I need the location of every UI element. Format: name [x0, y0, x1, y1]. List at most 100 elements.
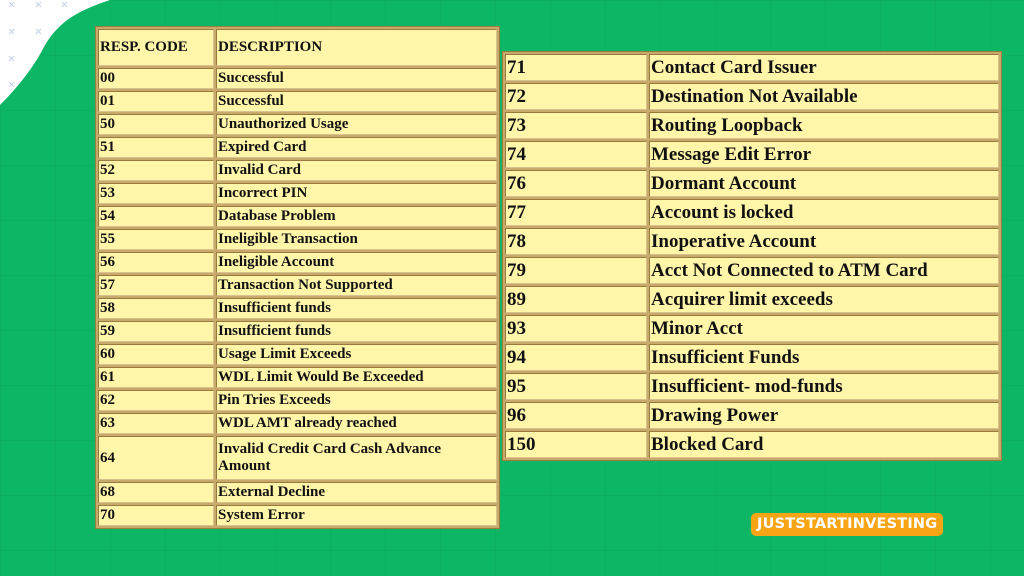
description-cell: Successful: [216, 68, 497, 89]
table-row: 150 Blocked Card: [505, 431, 999, 458]
table-row: 57 Transaction Not Supported: [98, 275, 497, 296]
table-row: 71 Contact Card Issuer: [505, 54, 999, 81]
description-cell: Minor Acct: [649, 315, 999, 342]
response-code-cell: 01: [98, 91, 214, 112]
description-cell: Acct Not Connected to ATM Card: [649, 257, 999, 284]
response-code-cell: 72: [505, 83, 647, 110]
table-row: 00 Successful: [98, 68, 497, 89]
response-code-cell: 74: [505, 141, 647, 168]
description-cell: Dormant Account: [649, 170, 999, 197]
response-code-cell: 89: [505, 286, 647, 313]
response-code-cell: 60: [98, 344, 214, 365]
response-code-cell: 62: [98, 390, 214, 411]
table-row: 89 Acquirer limit exceeds: [505, 286, 999, 313]
response-code-cell: 71: [505, 54, 647, 81]
description-cell: Insufficient funds: [216, 298, 497, 319]
response-code-cell: 78: [505, 228, 647, 255]
table-row: 55 Ineligible Transaction: [98, 229, 497, 250]
description-cell: Successful: [216, 91, 497, 112]
description-cell: System Error: [216, 505, 497, 526]
description-cell: Insufficient- mod-funds: [649, 373, 999, 400]
description-cell: Inoperative Account: [649, 228, 999, 255]
response-code-cell: 63: [98, 413, 214, 434]
description-cell: Routing Loopback: [649, 112, 999, 139]
response-code-cell: 73: [505, 112, 647, 139]
response-code-cell: 54: [98, 206, 214, 227]
response-code-cell: 58: [98, 298, 214, 319]
table-row: 64 Invalid Credit Card Cash Advance Amoun…: [98, 436, 497, 480]
header-description: DESCRIPTION: [216, 29, 497, 66]
table-row: 54 Database Problem: [98, 206, 497, 227]
description-cell: Drawing Power: [649, 402, 999, 429]
table-row: 96 Drawing Power: [505, 402, 999, 429]
table-row: 76 Dormant Account: [505, 170, 999, 197]
response-code-cell: 50: [98, 114, 214, 135]
description-cell: Transaction Not Supported: [216, 275, 497, 296]
table-row: 72 Destination Not Available: [505, 83, 999, 110]
response-code-cell: 93: [505, 315, 647, 342]
table-row: 74 Message Edit Error: [505, 141, 999, 168]
brand-badge: JUSTSTARTINVESTING: [751, 513, 944, 536]
response-code-cell: 95: [505, 373, 647, 400]
table-row: 52 Invalid Card: [98, 160, 497, 181]
table-row: 59 Insufficient funds: [98, 321, 497, 342]
table-row: 77 Account is locked: [505, 199, 999, 226]
table-header-row: RESP. CODE DESCRIPTION: [98, 29, 497, 66]
description-cell: Ineligible Account: [216, 252, 497, 273]
table-row: 01 Successful: [98, 91, 497, 112]
table-row: 58 Insufficient funds: [98, 298, 497, 319]
response-code-cell: 53: [98, 183, 214, 204]
description-cell: Ineligible Transaction: [216, 229, 497, 250]
response-code-cell: 52: [98, 160, 214, 181]
response-code-cell: 96: [505, 402, 647, 429]
description-cell: Message Edit Error: [649, 141, 999, 168]
table-row: 73 Routing Loopback: [505, 112, 999, 139]
description-cell: WDL AMT already reached: [216, 413, 497, 434]
table-row: 53 Incorrect PIN: [98, 183, 497, 204]
description-cell: Incorrect PIN: [216, 183, 497, 204]
description-cell: Invalid Credit Card Cash Advance Amount: [216, 436, 497, 480]
response-code-cell: 51: [98, 137, 214, 158]
description-cell: Invalid Card: [216, 160, 497, 181]
response-codes-table-left: RESP. CODE DESCRIPTION 00 Successful 01 Suc…: [95, 26, 500, 529]
description-cell: Usage Limit Exceeds: [216, 344, 497, 365]
response-code-cell: 00: [98, 68, 214, 89]
response-code-cell: 55: [98, 229, 214, 250]
table-row: 60 Usage Limit Exceeds: [98, 344, 497, 365]
response-code-cell: 61: [98, 367, 214, 388]
response-code-cell: 56: [98, 252, 214, 273]
response-code-cell: 76: [505, 170, 647, 197]
response-codes-table-right: 71 Contact Card Issuer 72 Destination Not A…: [502, 51, 1002, 461]
description-cell: Unauthorized Usage: [216, 114, 497, 135]
description-cell: WDL Limit Would Be Exceeded: [216, 367, 497, 388]
description-cell: Blocked Card: [649, 431, 999, 458]
header-resp-code: RESP. CODE: [98, 29, 214, 66]
description-cell: Expired Card: [216, 137, 497, 158]
table-row: 95 Insufficient- mod-funds: [505, 373, 999, 400]
response-code-cell: 59: [98, 321, 214, 342]
description-cell: Acquirer limit exceeds: [649, 286, 999, 313]
table-row: 50 Unauthorized Usage: [98, 114, 497, 135]
table-row: 70 System Error: [98, 505, 497, 526]
response-code-cell: 57: [98, 275, 214, 296]
table-row: 78 Inoperative Account: [505, 228, 999, 255]
response-code-cell: 79: [505, 257, 647, 284]
description-cell: External Decline: [216, 482, 497, 503]
description-cell: Insufficient Funds: [649, 344, 999, 371]
response-code-cell: 70: [98, 505, 214, 526]
response-code-cell: 94: [505, 344, 647, 371]
table-row: 68 External Decline: [98, 482, 497, 503]
table-row: 94 Insufficient Funds: [505, 344, 999, 371]
description-cell: Database Problem: [216, 206, 497, 227]
response-code-cell: 64: [98, 436, 214, 480]
response-code-cell: 150: [505, 431, 647, 458]
table-row: 51 Expired Card: [98, 137, 497, 158]
table-row: 63 WDL AMT already reached: [98, 413, 497, 434]
table-row: 61 WDL Limit Would Be Exceeded: [98, 367, 497, 388]
description-cell: Insufficient funds: [216, 321, 497, 342]
response-code-cell: 68: [98, 482, 214, 503]
table-row: 56 Ineligible Account: [98, 252, 497, 273]
response-code-cell: 77: [505, 199, 647, 226]
description-cell: Destination Not Available: [649, 83, 999, 110]
table-row: 79 Acct Not Connected to ATM Card: [505, 257, 999, 284]
